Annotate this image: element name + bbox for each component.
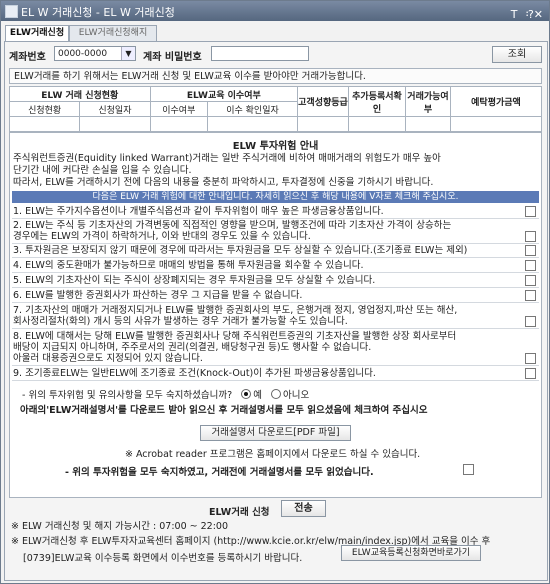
final-confirm-text: - 위의 투자위험을 모두 숙지하였고, 거래전에 거래설명서를 모두 읽었습니… — [65, 467, 374, 478]
header-tradable: 거래가능여부 — [405, 86, 451, 117]
account-row: 계좌번호 0000-0000 ▼ 계좌 비밀번호 조회 — [9, 46, 543, 64]
table-row — [8, 116, 542, 132]
status-table: ELW 거래 신청현황 ELW교육 이수여부 고객성향등급 추가등록서확인 거래… — [8, 86, 542, 132]
risk-item-2: 2. ELW는 주식 등 기초자산의 가격변동에 직접적인 영향을 받으며, 발… — [12, 219, 539, 244]
risk-item-3: 3. 투자원금은 보장되지 않기 때문에 경우에 따라서는 투자원금을 모두 상… — [12, 244, 539, 258]
risk-check-instruction: 다음은 ELW 거래 위험에 대한 안내입니다. 자세히 읽으신 후 해당 내용… — [12, 191, 539, 203]
risk-item-text: 2. ELW는 주식 등 기초자산의 가격변동에 직접적인 영향을 받으며, 발… — [13, 220, 452, 231]
risk-item-text: 경우에는 ELW의 가격이 하락하거나, 이와 반대의 경우도 있을 수 있습니… — [13, 231, 311, 242]
risk-intro: 주식워런트증권(Equidity linked Warrant)거래는 일반 주… — [13, 153, 538, 189]
risk-intro-line: 주식워런트증권(Equidity linked Warrant)거래는 일반 주… — [13, 153, 441, 164]
edu-register-button[interactable]: ELW교육등록신청화면바로가기 — [341, 545, 481, 561]
agree-no-radio[interactable] — [271, 389, 282, 399]
risk-item-5: 5. ELW의 기초자산이 되는 주식이 상장폐지되는 경우 투자원금을 모두 … — [12, 274, 539, 288]
acrobat-note: ※ Acrobat reader 프로그램은 홈페이지에서 다운로드 하실 수 … — [125, 449, 421, 460]
risk-item-8: 8. ELW에 대해서는 당해 ELW를 발행한 증권회사나 당해 주식워런트증… — [12, 330, 539, 366]
risk-item-checkbox[interactable] — [525, 368, 536, 379]
risk-item-checkbox[interactable] — [525, 290, 536, 301]
account-number-select[interactable]: 0000-0000 ▼ — [54, 46, 136, 61]
agree-question-row: - 위의 투자위험 및 유의사항을 모두 숙지하셨습니까? 예 아니오 — [22, 387, 309, 401]
hours-note: ※ ELW 거래신청 및 해지 가능시간 : 07:00 ~ 22:00 — [11, 521, 229, 532]
risk-item-checkbox[interactable] — [525, 260, 536, 271]
risk-item-text: 3. 투자원금은 보장되지 않기 때문에 경우에 따라서는 투자원금을 모두 상… — [13, 245, 468, 256]
tab-elw-cancel[interactable]: ELW거래신청해지 — [69, 25, 157, 41]
risk-item-text: 회사정리절차(화의) 개시 등의 사유가 발생하는 경우 거래가 불가능할 수도… — [13, 316, 348, 327]
download-notice: 아래의'ELW거래설명서'를 다운로드 받아 읽으신 후 거래설명서를 모두 읽… — [20, 405, 428, 416]
risk-item-checkbox[interactable] — [525, 316, 536, 327]
chevron-down-icon[interactable]: ▼ — [121, 47, 135, 60]
agree-yes-radio[interactable] — [241, 389, 252, 399]
risk-item-checkbox[interactable] — [525, 275, 536, 286]
risk-item-text: 5. ELW의 기초자산이 되는 주식이 상장폐지되는 경우 투자원금을 모두 … — [13, 275, 376, 286]
edu-note-line2: [0739]ELW교육 이수등록 화면에서 이수번호를 등록하시기 바랍니다. — [23, 553, 303, 564]
title-bar: EL W 거래신청 - EL W 거래신청 T᠄?✕ — [1, 1, 549, 21]
final-confirm-checkbox[interactable] — [463, 464, 474, 475]
pin-icon[interactable]: T — [511, 8, 524, 21]
subheader-edu-confirm-date: 이수 확인일자 — [207, 101, 298, 117]
agree-question: - 위의 투자위험 및 유의사항을 모두 숙지하셨습니까? — [22, 390, 233, 401]
download-manual-button[interactable]: 거래설명서 다운로드[PDF 파일] — [200, 425, 351, 441]
subheader-apply-date: 신청일자 — [79, 101, 151, 117]
account-number-value: 0000-0000 — [58, 49, 108, 59]
subheader-edu-complete: 이수여부 — [149, 101, 209, 117]
account-password-input[interactable] — [211, 46, 309, 61]
risk-item-text: 아울러 대용증권으로도 지정되어 있지 않습니다. — [13, 353, 203, 364]
risk-item-1: 1. ELW는 주가지수옵션이나 개별주식옵션과 같이 투자위험이 매우 높은 … — [12, 205, 539, 219]
risk-intro-line: 단기간 내에 커다란 손실을 입을 수 있습니다. — [13, 165, 192, 176]
risk-item-text: 4. ELW의 중도환매가 불가능하므로 매매의 방법을 통해 투자원금을 회수… — [13, 260, 364, 271]
risk-item-4: 4. ELW의 중도환매가 불가능하므로 매매의 방법을 통해 투자원금을 회수… — [12, 259, 539, 273]
header-elw-apply-status: ELW 거래 신청현황 — [9, 86, 151, 102]
risk-item-text: 배당이 지급되지 아니하며, 주주로서의 권리(의결권, 배당청구권 등)도 행… — [13, 342, 372, 353]
close-icon[interactable]: ✕ — [534, 8, 543, 21]
account-password-label: 계좌 비밀번호 — [143, 52, 202, 63]
risk-item-checkbox[interactable] — [525, 353, 536, 364]
subheader-apply-status: 신청현황 — [8, 101, 81, 117]
header-deposit-value: 예탁평가금액 — [450, 86, 542, 117]
risk-item-text: 6. ELW를 발행한 증권회사가 파산하는 경우 그 지급을 받을 수 없습니… — [13, 290, 303, 301]
risk-item-checkbox[interactable] — [525, 245, 536, 256]
risk-item-6: 6. ELW를 발행한 증권회사가 파산하는 경우 그 지급을 받을 수 없습니… — [12, 289, 539, 303]
risk-item-checkbox[interactable] — [525, 206, 536, 217]
risk-item-7: 7. 기초자산의 매매가 거래정지되거나 ELW를 발행한 증권회사의 부도, … — [12, 304, 539, 329]
app-icon — [5, 5, 18, 18]
agree-yes-label: 예 — [253, 390, 262, 401]
risk-item-checkbox[interactable] — [525, 231, 536, 242]
agree-no-label: 아니오 — [283, 390, 310, 401]
risk-intro-line: 따라서, ELW를 거래하시기 전에 다음의 내용을 충분히 파악하시고, 투자… — [13, 177, 434, 188]
header-elw-edu-status: ELW교육 이수여부 — [149, 86, 299, 102]
risk-item-text: 8. ELW에 대해서는 당해 ELW를 발행한 증권회사나 당해 주식워런트증… — [13, 331, 457, 342]
elw-application-window: EL W 거래신청 - EL W 거래신청 T᠄?✕ ELW거래신청 ELW거래… — [0, 0, 550, 584]
trade-notice: ELW거래를 하기 위해서는 ELW거래 신청 및 ELW교육 이수를 받아야만… — [9, 68, 542, 84]
inquiry-button[interactable]: 조회 — [492, 46, 542, 63]
risk-notice-box: ELW 투자위험 안내 주식워런트증권(Equidity linked Warr… — [9, 132, 542, 498]
tab-elw-apply[interactable]: ELW거래신청 — [5, 25, 69, 41]
risk-item-text: 9. 조기종료ELW는 일반ELW에 조기종료 조건(Knock-Out)이 추… — [13, 368, 376, 379]
send-button[interactable]: 전송 — [281, 500, 326, 517]
risk-item-text: 1. ELW는 주가지수옵션이나 개별주식옵션과 같이 투자위험이 매우 높은 … — [13, 206, 384, 217]
main-panel: 계좌번호 0000-0000 ▼ 계좌 비밀번호 조회 ELW거래를 하기 위해… — [4, 41, 548, 581]
header-extra-doc-check: 추가등록서확인 — [348, 86, 406, 117]
account-number-label: 계좌번호 — [9, 52, 46, 63]
header-customer-grade: 고객성향등급 — [297, 86, 349, 117]
window-title: EL W 거래신청 - EL W 거래신청 — [21, 6, 175, 19]
apply-label: ELW거래 신청 — [209, 507, 270, 518]
risk-item-9: 9. 조기종료ELW는 일반ELW에 조기종료 조건(Knock-Out)이 추… — [12, 367, 539, 381]
title-bar-buttons[interactable]: T᠄?✕ — [511, 3, 543, 22]
risk-item-text: 7. 기초자산의 매매가 거래정지되거나 ELW를 발행한 증권회사의 부도, … — [13, 305, 458, 316]
risk-title: ELW 투자위험 안내 — [232, 141, 319, 152]
